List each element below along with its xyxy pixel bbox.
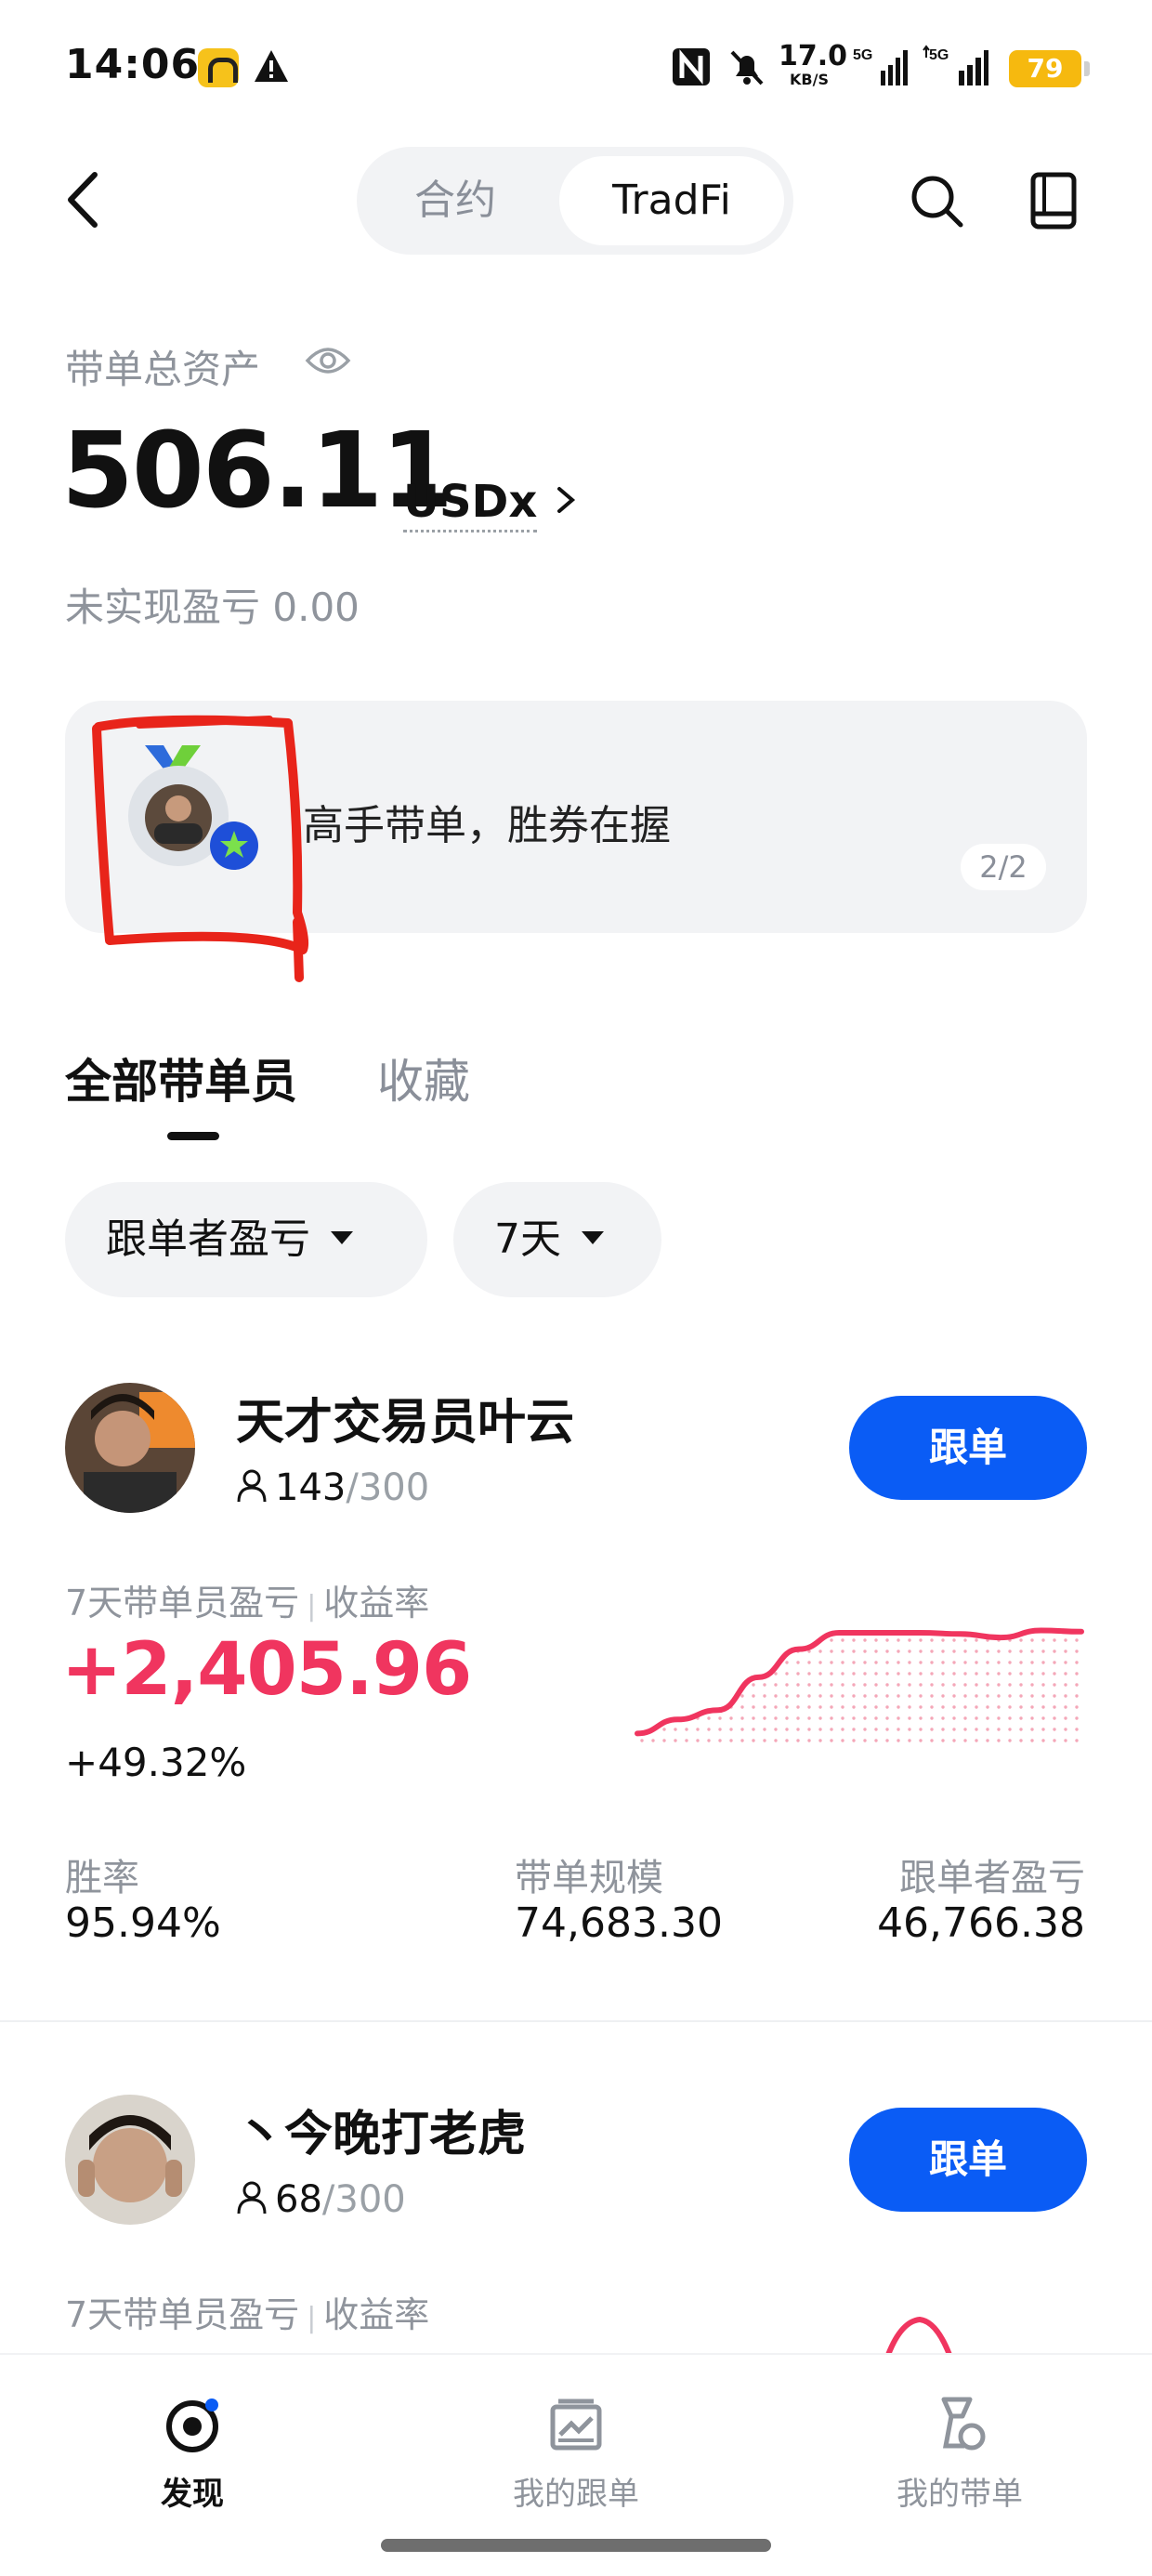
nav-my-lead-trades[interactable]: 我的带单 (857, 2394, 1062, 2514)
warning-icon (255, 50, 288, 82)
status-bar: 14:06 17.0 KB/S 5G 5G 79 (0, 0, 1152, 139)
trader-name[interactable]: 天才交易员叶云 (236, 1383, 574, 1452)
segment-futures[interactable]: 合约 (372, 156, 539, 245)
status-time: 14:06 (65, 41, 201, 88)
nfc-icon (673, 48, 710, 85)
signal-icon: 5G (923, 45, 988, 85)
follow-button[interactable]: 跟单 (849, 1396, 1087, 1500)
pnl-sparkline-chart (635, 1627, 1084, 1745)
nav-my-copy-trades-label: 我的跟单 (513, 2476, 639, 2513)
net-speed-value: 17.0 (779, 40, 848, 72)
trader-followers: 68/300 (236, 2178, 406, 2221)
my-copy-trades-icon (550, 2399, 602, 2451)
followers-count: 143 (275, 1466, 347, 1509)
pnl-sparkline-partial (885, 2316, 952, 2355)
active-tab-indicator (167, 1132, 219, 1140)
pnl-label-text: 7天带单员盈亏 (65, 1583, 300, 1623)
trader-avatar[interactable] (65, 1383, 195, 1513)
trader-avatar[interactable] (65, 2095, 195, 2225)
trader-followers: 143/300 (236, 1466, 429, 1509)
segment-tradfi[interactable]: TradFi (559, 156, 784, 245)
win-rate-value: 95.94% (65, 1899, 221, 1947)
trader-pnl-value: +2,405.96 (61, 1628, 472, 1712)
trader-return-rate: +49.32% (65, 1740, 247, 1785)
back-button[interactable] (56, 167, 111, 232)
unrealized-pnl-value: 0.00 (272, 585, 360, 630)
sort-filter-dropdown[interactable]: 跟单者盈亏 (65, 1182, 427, 1297)
caret-down-icon (582, 1231, 604, 1244)
net-speed: 17.0 KB/S (779, 40, 848, 88)
discover-icon (166, 2399, 218, 2452)
win-rate-label: 胜率 (65, 1857, 139, 1899)
rate-label-text: 收益率 (323, 1583, 430, 1623)
caret-down-icon (331, 1231, 353, 1244)
guide-book-icon[interactable] (1026, 171, 1081, 230)
trader-name[interactable]: 丶今晚打老虎 (236, 2095, 526, 2164)
follower-pnl-value: 46,766.38 (877, 1899, 1085, 1947)
period-filter-label: 7天 (494, 1216, 561, 1263)
rate-label-text: 收益率 (323, 2294, 430, 2335)
banner-text: 高手带单，胜券在握 (303, 802, 671, 849)
avatar-photo (65, 2095, 195, 2225)
tab-favorites[interactable]: 收藏 (377, 1045, 470, 1111)
mute-icon (730, 50, 764, 85)
nav-my-lead-trades-label: 我的带单 (897, 2476, 1023, 2513)
pnl-label-text: 7天带单员盈亏 (65, 2294, 300, 2335)
followers-max: /300 (321, 2178, 406, 2221)
sparkline-area (637, 1630, 1081, 1745)
net-speed-unit: KB/S (790, 71, 829, 88)
card-divider (0, 2020, 1152, 2022)
pnl-label: 7天带单员盈亏 | 收益率 (65, 1583, 430, 1623)
my-lead-trades-icon (941, 2397, 986, 2451)
search-icon[interactable] (907, 171, 966, 230)
market-segment-switch: 合约 TradFi (357, 147, 793, 255)
followers-max: /300 (346, 1466, 430, 1509)
eye-icon[interactable] (305, 344, 351, 377)
tab-all-lead-traders[interactable]: 全部带单员 (65, 1045, 297, 1111)
battery-icon: 79 (1009, 50, 1090, 87)
signal-5g-label: 5G (929, 47, 949, 63)
follow-button[interactable]: 跟单 (849, 2108, 1087, 2212)
home-indicator (381, 2539, 771, 2552)
total-assets-label: 带单总资产 (65, 347, 261, 392)
signal-5g-label: 5G (853, 47, 872, 63)
person-icon (237, 1469, 267, 1503)
unrealized-pnl-label: 未实现盈亏 (65, 585, 261, 630)
unrealized-pnl: 未实现盈亏 0.00 (65, 576, 360, 633)
lead-size-value: 74,683.30 (515, 1899, 723, 1947)
asset-unit[interactable]: USDx (403, 476, 538, 532)
person-icon (237, 2181, 267, 2215)
lead-size-label: 带单规模 (515, 1857, 663, 1899)
follower-pnl-label: 跟单者盈亏 (899, 1857, 1085, 1899)
signal-icon: 5G (853, 47, 908, 85)
nav-my-copy-trades[interactable]: 我的跟单 (474, 2394, 678, 2514)
sort-filter-label: 跟单者盈亏 (106, 1216, 310, 1263)
period-filter-dropdown[interactable]: 7天 (453, 1182, 661, 1297)
total-assets-value: 506.11 (61, 411, 453, 532)
nav-discover[interactable]: 发现 (90, 2394, 295, 2514)
avatar-photo (65, 1383, 195, 1513)
chevron-right-icon[interactable] (554, 481, 578, 519)
car-app-icon (198, 48, 239, 87)
nav-discover-label: 发现 (161, 2476, 224, 2513)
pnl-label: 7天带单员盈亏 | 收益率 (65, 2294, 430, 2335)
banner-page-indicator: 2/2 (961, 844, 1046, 890)
medal-avatar-icon (128, 745, 258, 870)
followers-count: 68 (275, 2178, 322, 2221)
